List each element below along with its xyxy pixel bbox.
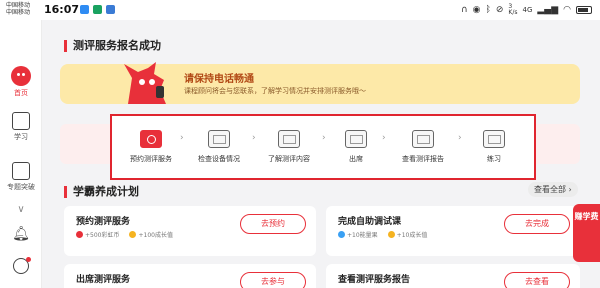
bell-icon: 🔔︎ — [12, 226, 30, 242]
app-screen: 中国移动 中国移动 16:07 ∩ ◉ ᛒ ⊘ 3 K/s 4G ▂▄▆ ◠ 首… — [0, 0, 600, 288]
video-lesson-icon — [12, 112, 30, 130]
reward-growth: +10成长值 — [387, 230, 428, 239]
user-profile-button[interactable] — [0, 257, 42, 274]
step-practice[interactable]: 练习 — [472, 130, 516, 164]
task-card: 查看测评服务报告 去查看 — [326, 264, 580, 288]
app-notification-icon — [106, 5, 115, 14]
play-icon — [345, 130, 367, 148]
carrier-name-1: 中国移动 — [6, 2, 31, 9]
attend-button[interactable]: 去参与 — [240, 272, 306, 288]
fox-mascot-icon — [124, 62, 166, 104]
growth-icon — [129, 231, 137, 238]
sidebar-item-label: 学习 — [14, 133, 28, 141]
wifi-icon: ◠ — [563, 5, 571, 15]
chevron-right-icon: › — [382, 133, 386, 143]
step-book-assessment[interactable]: 预约测评服务 — [124, 130, 178, 164]
reward-text: +10能量果 — [347, 232, 378, 239]
reward-text: +500彩虹币 — [85, 232, 120, 239]
sidebar-item-topic[interactable]: 专题突破 — [0, 162, 42, 192]
coin-icon — [76, 231, 83, 238]
app-notification-icon — [80, 5, 89, 14]
mascot-home-icon — [11, 66, 31, 86]
task-title: 预约测评服务 — [76, 217, 131, 227]
banner-subtitle: 课程顾问将会与您联系，了解学习情况并安排测评服务哦～ — [184, 87, 366, 95]
step-attend[interactable]: 出席 — [334, 130, 378, 164]
step-label: 检查设备情况 — [198, 155, 240, 163]
sidebar-item-study[interactable]: 学习 — [0, 112, 42, 142]
sidebar-item-label: 专题突破 — [7, 183, 35, 191]
notification-icons — [80, 5, 115, 14]
view-all-button[interactable]: 查看全部 › — [528, 182, 578, 197]
sidebar-item-label: 首页 — [14, 89, 28, 97]
energy-fruit-icon — [338, 231, 345, 238]
reward-energy: +10能量果 — [338, 230, 378, 239]
topic-arrow-icon — [12, 162, 30, 180]
book-button[interactable]: 去预约 — [240, 214, 306, 234]
banner-title: 请保持电话畅通 — [184, 74, 254, 85]
phone-notice-banner: 请保持电话畅通 课程顾问将会与您联系，了解学习情况并安排测评服务哦～ — [60, 62, 580, 104]
reward-text: +100成长值 — [138, 232, 173, 239]
chevron-right-icon: › — [252, 133, 256, 143]
step-label: 出席 — [349, 155, 363, 163]
step-check-device[interactable]: 检查设备情况 — [192, 130, 246, 164]
task-card: 预约测评服务 +500彩虹币 +100成长值 去预约 — [64, 206, 316, 256]
app-notification-icon — [93, 5, 102, 14]
device-icon — [208, 130, 230, 148]
reward-text: +10成长值 — [396, 232, 428, 239]
notifications-button[interactable]: 🔔︎ — [0, 226, 42, 242]
calendar-icon — [140, 130, 162, 148]
reward-growth: +100成长值 — [129, 230, 173, 239]
document-icon — [278, 130, 300, 148]
system-icons: ∩ ◉ ᛒ ⊘ 3 K/s 4G ▂▄▆ ◠ — [461, 4, 592, 16]
carrier-name-2: 中国移动 — [6, 9, 31, 16]
mute-icon: ⊘ — [495, 5, 504, 15]
practice-icon — [483, 130, 505, 148]
task-title: 完成自助调试课 — [338, 217, 402, 227]
earn-tuition-badge[interactable]: 赚学费 — [573, 204, 600, 262]
task-rewards: +500彩虹币 +100成长值 — [76, 230, 173, 239]
step-label: 查看测评报告 — [402, 155, 444, 163]
step-view-report[interactable]: 查看测评报告 — [396, 130, 450, 164]
task-card: 出席测评服务 去参与 — [64, 264, 316, 288]
battery-icon — [576, 6, 592, 14]
report-chart-icon — [412, 130, 434, 148]
status-bar: 中国移动 中国移动 16:07 ∩ ◉ ᛒ ⊘ 3 K/s 4G ▂▄▆ ◠ — [0, 0, 600, 20]
step-label: 练习 — [487, 155, 501, 163]
sidebar-more[interactable]: ∨ — [0, 204, 42, 215]
task-title: 查看测评服务报告 — [338, 275, 411, 285]
carrier-info: 中国移动 中国移动 — [6, 2, 30, 16]
chevron-right-icon: › — [458, 133, 462, 143]
reward-coins: +500彩虹币 — [76, 230, 119, 239]
eye-icon: ◉ — [472, 5, 481, 15]
task-card: 完成自助调试课 +10能量果 +10成长值 去完成 — [326, 206, 580, 256]
task-rewards: +10能量果 +10成长值 — [338, 230, 427, 239]
service-steps: 预约测评服务 › 检查设备情况 › 了解测评内容 › 出席 › 查看测评报告 ›… — [110, 114, 536, 180]
chevron-right-icon: › — [322, 133, 326, 143]
step-label: 了解测评内容 — [268, 155, 310, 163]
growth-icon — [387, 231, 395, 238]
network-speed: 3 K/s — [508, 3, 518, 16]
chevron-right-icon: › — [180, 133, 184, 143]
user-icon — [13, 257, 31, 274]
status-time: 16:07 — [44, 3, 80, 16]
chevron-down-icon: ∨ — [17, 204, 25, 215]
notification-dot — [26, 257, 31, 262]
view-report-button[interactable]: 去查看 — [504, 272, 570, 288]
signal-icon: ▂▄▆ — [537, 5, 559, 15]
page-title: 测评服务报名成功 — [64, 40, 161, 52]
headphone-icon: ∩ — [460, 5, 468, 15]
signal-type: 4G — [522, 6, 533, 14]
step-label: 预约测评服务 — [130, 155, 172, 163]
bluetooth-icon: ᛒ — [485, 5, 491, 15]
sidebar: 首页 学习 专题突破 ∨ 🔔︎ — [0, 20, 42, 288]
complete-button[interactable]: 去完成 — [504, 214, 570, 234]
sidebar-item-home[interactable]: 首页 — [0, 66, 42, 98]
task-title: 出席测评服务 — [76, 275, 131, 285]
step-learn-content[interactable]: 了解测评内容 — [262, 130, 316, 164]
plan-section-title: 学霸养成计划 — [64, 186, 139, 198]
